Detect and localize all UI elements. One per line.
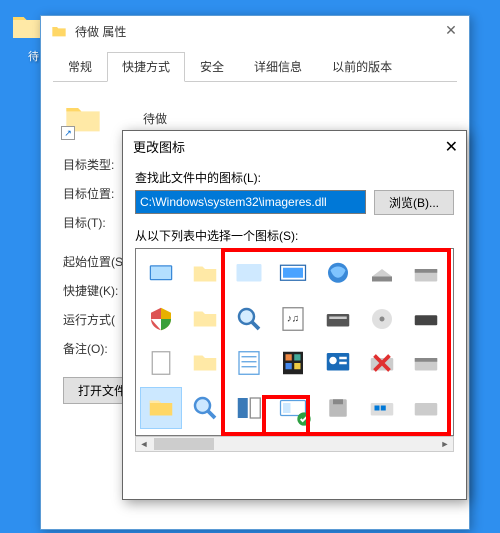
tab-strip: 常规 快捷方式 安全 详细信息 以前的版本 [53,52,457,82]
icon-cell[interactable] [405,342,447,384]
titlebar-folder-icon [51,23,67,39]
icon-cell[interactable] [140,342,182,384]
lookfor-label: 查找此文件中的图标(L): [135,169,454,186]
icon-cell[interactable] [317,342,359,384]
tab-security[interactable]: 安全 [185,52,239,81]
label-comment: 备注(O): [63,340,131,357]
label-target: 目标(T): [63,214,131,231]
icon-cell[interactable] [361,387,403,429]
scroll-left-arrow-icon[interactable]: ◄ [136,437,152,451]
icon-cell[interactable] [272,253,314,295]
icon-cell[interactable] [317,387,359,429]
icon-cell[interactable] [228,342,270,384]
scroll-right-arrow-icon[interactable]: ► [437,437,453,451]
label-start-in: 起始位置(S [63,253,131,270]
icon-cell[interactable] [184,387,226,429]
browse-button[interactable]: 浏览(B)... [374,190,454,215]
dialog-close-icon[interactable]: ✕ [445,137,458,157]
icon-cell[interactable] [405,387,447,429]
dialog-titlebar: 更改图标 ✕ [123,131,466,161]
tab-shortcut[interactable]: 快捷方式 [107,52,185,82]
label-hotkey: 快捷键(K): [63,282,131,299]
icon-list-container: ♪♫ [135,248,454,452]
icon-cell[interactable] [272,387,314,429]
tab-general[interactable]: 常规 [53,52,107,81]
label-target-location: 目标位置: [63,185,131,202]
icon-cell[interactable] [228,253,270,295]
scroll-thumb[interactable] [154,438,214,450]
icon-cell[interactable] [184,298,226,340]
icon-cell[interactable] [317,298,359,340]
icon-cell[interactable]: ♪♫ [272,298,314,340]
icon-cell[interactable] [228,387,270,429]
dialog-title: 更改图标 [133,137,456,156]
label-run: 运行方式( [63,311,131,328]
icon-cell[interactable] [228,298,270,340]
tab-details[interactable]: 详细信息 [239,52,317,81]
shortcut-folder-icon: ↗ [63,98,103,138]
icon-cell[interactable] [405,253,447,295]
icon-cell[interactable] [140,298,182,340]
icon-cell[interactable] [317,253,359,295]
icon-cell[interactable] [361,342,403,384]
icon-grid[interactable]: ♪♫ [135,248,454,436]
change-icon-dialog: 更改图标 ✕ 查找此文件中的图标(L): 浏览(B)... 从以下列表中选择一个… [122,130,467,500]
properties-titlebar: 待做 属性 ✕ [41,16,469,46]
tab-previous[interactable]: 以前的版本 [317,52,407,81]
icon-cell[interactable] [361,253,403,295]
select-icon-label: 从以下列表中选择一个图标(S): [135,227,454,244]
svg-text:♪♫: ♪♫ [287,313,300,324]
close-icon[interactable]: ✕ [443,22,459,38]
icon-cell[interactable] [272,342,314,384]
icon-path-input[interactable] [135,190,366,214]
icon-cell[interactable] [361,298,403,340]
icon-cell[interactable] [405,298,447,340]
shortcut-arrow-icon: ↗ [61,126,75,140]
horizontal-scrollbar[interactable]: ◄ ► [135,436,454,452]
shortcut-name: 待做 [143,110,167,127]
icon-cell[interactable] [184,253,226,295]
icon-cell[interactable] [140,253,182,295]
icon-cell-selected[interactable] [140,387,182,429]
desktop-icon-label: 待 [28,48,39,64]
icon-cell[interactable] [184,342,226,384]
properties-title: 待做 属性 [75,23,459,40]
label-target-type: 目标类型: [63,156,131,173]
